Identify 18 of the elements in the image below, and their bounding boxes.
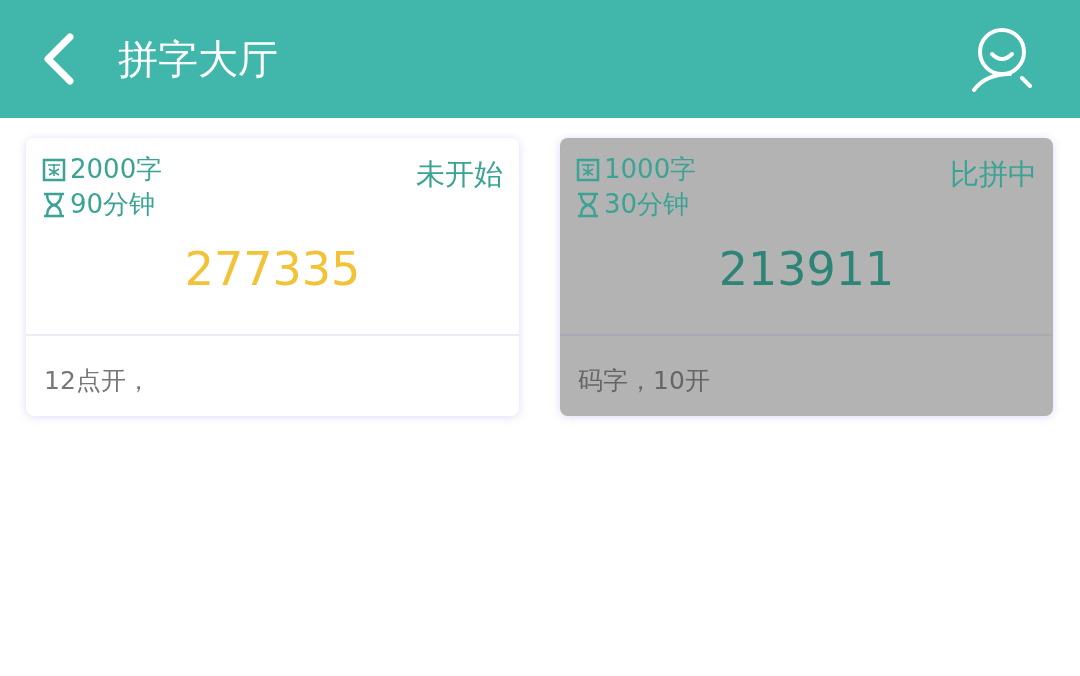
room-number: 277335 bbox=[183, 242, 362, 296]
duration-text: 90分钟 bbox=[70, 188, 156, 221]
page-title: 拼字大厅 bbox=[118, 34, 279, 84]
grid-icon bbox=[42, 157, 66, 182]
grid-icon bbox=[576, 157, 600, 182]
room-card[interactable]: 1000字 30分钟 比拼中 213911 码字，10开 bbox=[560, 138, 1053, 416]
word-count: 2000字 bbox=[70, 153, 163, 186]
hourglass-icon bbox=[576, 191, 600, 218]
room-note: 12点开， bbox=[43, 365, 152, 397]
status-text: 比拼中 bbox=[950, 156, 1037, 193]
room-card[interactable]: 2000字 90分钟 未开始 277335 12点开， bbox=[26, 138, 519, 416]
room-number: 213911 bbox=[717, 242, 896, 296]
hourglass-icon bbox=[42, 191, 66, 218]
word-count: 1000字 bbox=[604, 153, 697, 186]
room-note: 码字，10开 bbox=[577, 365, 711, 397]
profile-button[interactable] bbox=[970, 26, 1034, 92]
status-text: 未开始 bbox=[416, 156, 503, 193]
duration-text: 30分钟 bbox=[604, 188, 690, 221]
